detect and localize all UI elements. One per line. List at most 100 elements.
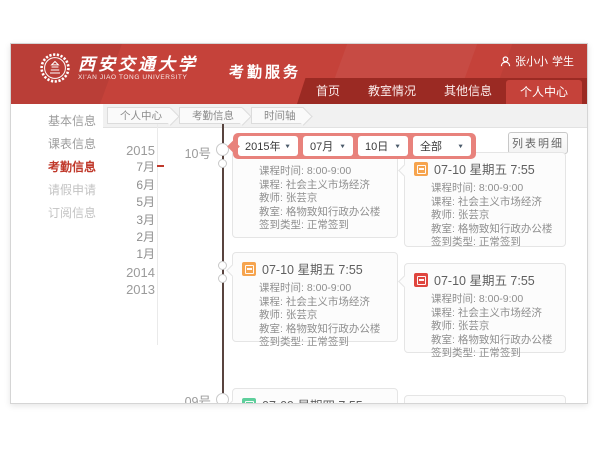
field-value: 8:00-9:00 bbox=[307, 282, 351, 294]
field-value: 正常签到 bbox=[307, 336, 349, 348]
type-select[interactable]: 全部 ▼ bbox=[413, 136, 471, 156]
field-value: 张芸京 bbox=[286, 192, 318, 204]
field-label: 课程时间: bbox=[431, 182, 476, 194]
field-value: 格物致知行政办公楼 bbox=[286, 323, 381, 335]
field-value: 8:00-9:00 bbox=[479, 293, 523, 305]
chevron-down-icon: ▼ bbox=[339, 143, 346, 149]
field-label: 课程时间: bbox=[259, 282, 304, 294]
attendance-card: 07-10 星期五 7:55 课程时间: 8:00-9:00 课程: 社会主义市… bbox=[404, 152, 566, 247]
field-label: 课程时间: bbox=[259, 165, 304, 177]
field-value: 格物致知行政办公楼 bbox=[458, 223, 553, 235]
field-value: 正常签到 bbox=[479, 347, 521, 359]
day-marker-10: 10号 bbox=[179, 143, 211, 162]
field-value: 8:00-9:00 bbox=[479, 182, 523, 194]
day-select[interactable]: 10日 ▼ bbox=[358, 136, 408, 156]
date-filter-bubble: 2015年 ▼ 07月 ▼ 10日 ▼ 全部 ▼ bbox=[233, 133, 476, 159]
year-select[interactable]: 2015年 ▼ bbox=[238, 136, 298, 156]
field-label: 课程: bbox=[259, 296, 283, 308]
user-role: 学生 bbox=[552, 53, 574, 69]
field-label: 课程时间: bbox=[431, 293, 476, 305]
timeline-year-2013[interactable]: 2013 bbox=[51, 281, 155, 298]
timeline-month-may[interactable]: 5月 bbox=[51, 194, 155, 211]
timeline-year-2014[interactable]: 2014 bbox=[51, 264, 155, 281]
main-nav: 首页 教室情况 其他信息 个人中心 bbox=[302, 78, 582, 104]
field-value: 社会主义市场经济 bbox=[458, 196, 542, 208]
nav-item-home[interactable]: 首页 bbox=[302, 78, 354, 104]
status-icon bbox=[414, 273, 428, 287]
field-label: 教师: bbox=[431, 320, 455, 332]
field-label: 签到类型: bbox=[259, 336, 304, 348]
field-value: 社会主义市场经济 bbox=[286, 179, 370, 191]
field-value: 张芸京 bbox=[286, 309, 318, 321]
field-label: 教师: bbox=[259, 309, 283, 321]
app-window: 西安交通大学 XI'AN JIAO TONG UNIVERSITY 考勤服务 张… bbox=[10, 43, 588, 404]
nav-item-personal-center[interactable]: 个人中心 bbox=[506, 80, 582, 104]
timeline-month-mar[interactable]: 3月 bbox=[51, 212, 155, 229]
field-label: 教师: bbox=[431, 209, 455, 221]
app-header: 西安交通大学 XI'AN JIAO TONG UNIVERSITY 考勤服务 张… bbox=[11, 44, 587, 104]
timeline-nav: 2015 7月 6月 5月 3月 2月 1月 2014 2013 bbox=[51, 142, 155, 299]
timeline-month-jun[interactable]: 6月 bbox=[51, 177, 155, 194]
user-menu[interactable]: 张小小 学生 bbox=[500, 53, 574, 69]
status-icon bbox=[414, 162, 428, 176]
field-value: 8:00-9:00 bbox=[307, 165, 351, 177]
university-name-en: XI'AN JIAO TONG UNIVERSITY bbox=[78, 74, 198, 81]
status-icon bbox=[242, 398, 256, 405]
field-value: 格物致知行政办公楼 bbox=[458, 334, 553, 346]
timeline-node bbox=[216, 393, 229, 404]
user-name: 张小小 bbox=[515, 53, 548, 69]
field-value: 社会主义市场经济 bbox=[458, 307, 542, 319]
field-label: 教室: bbox=[431, 223, 455, 235]
card-date: 07-09 星期四 7:55 bbox=[262, 395, 363, 404]
timeline-month-feb[interactable]: 2月 bbox=[51, 229, 155, 246]
field-label: 签到类型: bbox=[431, 236, 476, 248]
chevron-down-icon: ▼ bbox=[284, 143, 291, 149]
university-seal-icon bbox=[39, 52, 71, 84]
attendance-card: 07-09 星期四 7:55 bbox=[232, 388, 398, 404]
field-value: 正常签到 bbox=[307, 219, 349, 231]
sidebar-divider bbox=[157, 120, 158, 345]
chevron-down-icon: ▼ bbox=[394, 143, 401, 149]
attendance-card: 07-10 星期五 7:55 课程时间: 8:00-9:00 课程: 社会主义市… bbox=[404, 263, 566, 353]
month-select[interactable]: 07月 ▼ bbox=[303, 136, 353, 156]
field-label: 课程: bbox=[259, 179, 283, 191]
field-label: 课程: bbox=[431, 196, 455, 208]
breadcrumb-timeline[interactable]: 时间轴 bbox=[251, 107, 304, 124]
field-label: 教室: bbox=[431, 334, 455, 346]
field-label: 签到类型: bbox=[431, 347, 476, 359]
field-label: 课程: bbox=[431, 307, 455, 319]
timeline-month-jul[interactable]: 7月 bbox=[51, 159, 155, 176]
field-label: 教师: bbox=[259, 192, 283, 204]
field-label: 签到类型: bbox=[259, 219, 304, 231]
field-value: 张芸京 bbox=[458, 320, 490, 332]
field-value: 社会主义市场经济 bbox=[286, 296, 370, 308]
attendance-card: 07-10 星期五 7:55 课程时间: 8:00-9:00 课程: 社会主义市… bbox=[232, 252, 398, 342]
field-value: 格物致知行政办公楼 bbox=[286, 206, 381, 218]
timeline-node bbox=[218, 274, 227, 283]
card-date: 07-10 星期五 7:55 bbox=[434, 159, 535, 178]
nav-item-other-info[interactable]: 其他信息 bbox=[430, 78, 506, 104]
app-title: 考勤服务 bbox=[229, 61, 301, 82]
attendance-card: 课程时间: 8:00-9:00 课程: 社会主义市场经济 教师: 张芸京 教室:… bbox=[232, 148, 398, 238]
breadcrumb: 个人中心 考勤信息 时间轴 bbox=[103, 104, 587, 128]
chevron-down-icon: ▼ bbox=[457, 143, 464, 149]
card-date: 07-10 星期五 7:55 bbox=[434, 270, 535, 289]
timeline-year-2015[interactable]: 2015 bbox=[51, 142, 155, 159]
status-icon bbox=[242, 262, 256, 276]
nav-item-classrooms[interactable]: 教室情况 bbox=[354, 78, 430, 104]
day-marker-09: 09号 bbox=[179, 391, 211, 404]
breadcrumb-personal-center[interactable]: 个人中心 bbox=[107, 107, 170, 124]
timeline-month-jan[interactable]: 1月 bbox=[51, 246, 155, 263]
breadcrumb-attendance-info[interactable]: 考勤信息 bbox=[179, 107, 242, 124]
user-icon bbox=[500, 56, 511, 67]
field-label: 教室: bbox=[259, 206, 283, 218]
university-name-cn: 西安交通大学 bbox=[78, 55, 198, 74]
field-label: 教室: bbox=[259, 323, 283, 335]
list-detail-button[interactable]: 列表明细 bbox=[508, 132, 568, 154]
university-logo: 西安交通大学 XI'AN JIAO TONG UNIVERSITY bbox=[39, 52, 198, 84]
card-date: 07-10 星期五 7:55 bbox=[262, 259, 363, 278]
timeline-node bbox=[218, 261, 227, 270]
field-value: 张芸京 bbox=[458, 209, 490, 221]
field-value: 正常签到 bbox=[479, 236, 521, 248]
attendance-card-partial bbox=[404, 395, 566, 404]
